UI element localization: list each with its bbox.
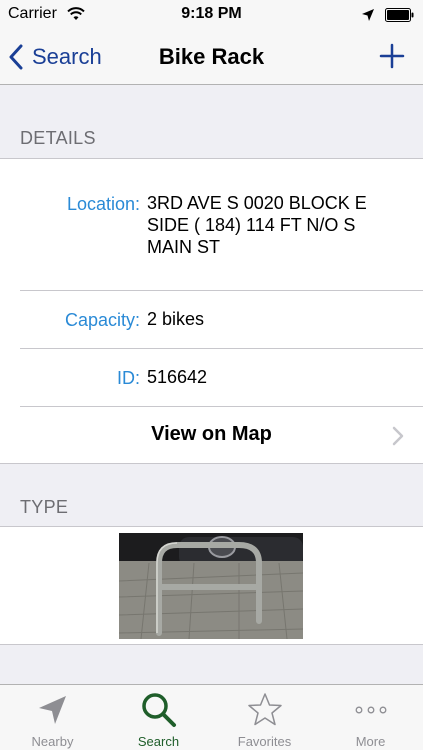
status-time: 9:18 PM <box>181 5 242 22</box>
view-on-map-row[interactable]: View on Map <box>0 407 423 464</box>
details-section-header: DETAILS <box>20 128 96 148</box>
location-row: Location: 3RD AVE S 0020 BLOCK E SIDE ( … <box>0 159 423 290</box>
battery-icon <box>385 8 414 22</box>
tab-bar: Nearby Search Favorites More <box>0 684 423 750</box>
location-arrow-icon <box>362 9 374 21</box>
tab-label: More <box>355 734 386 749</box>
capacity-label: Capacity: <box>64 310 140 330</box>
id-row: ID: 516642 <box>0 349 423 406</box>
view-on-map-label: View on Map <box>151 423 272 445</box>
location-arrow-icon <box>39 696 66 724</box>
id-value: 516642 <box>147 367 208 387</box>
chevron-right-icon <box>392 426 404 446</box>
nav-bar: Search Bike Rack <box>0 30 423 85</box>
type-group <box>0 526 423 645</box>
location-value: 3RD AVE S 0020 BLOCK E SIDE ( 184) 114 F… <box>147 193 367 257</box>
status-bar: Carrier 9:18 PM <box>0 0 423 30</box>
tab-favorites[interactable]: Favorites <box>212 685 317 750</box>
tab-more[interactable]: More <box>318 685 423 750</box>
bike-rack-photo <box>119 533 303 639</box>
id-label: ID: <box>116 368 140 388</box>
tab-nearby[interactable]: Nearby <box>0 685 105 750</box>
screen: Carrier 9:18 PM Search Bike Rack DETAILS… <box>0 0 423 750</box>
type-section-header: TYPE <box>20 497 69 517</box>
capacity-row: Capacity: 2 bikes <box>0 291 423 348</box>
details-group: Location: 3RD AVE S 0020 BLOCK E SIDE ( … <box>0 158 423 464</box>
star-icon <box>248 693 282 726</box>
add-favorite-button[interactable] <box>378 42 406 70</box>
tab-label: Favorites <box>237 734 292 749</box>
capacity-value: 2 bikes <box>147 309 205 329</box>
page-title: Bike Rack <box>158 44 265 69</box>
tab-label: Search <box>137 734 180 749</box>
search-icon <box>142 693 176 727</box>
tab-search[interactable]: Search <box>106 685 211 750</box>
tab-label: Nearby <box>31 734 74 749</box>
location-label: Location: <box>66 194 140 214</box>
more-icon <box>355 706 387 714</box>
